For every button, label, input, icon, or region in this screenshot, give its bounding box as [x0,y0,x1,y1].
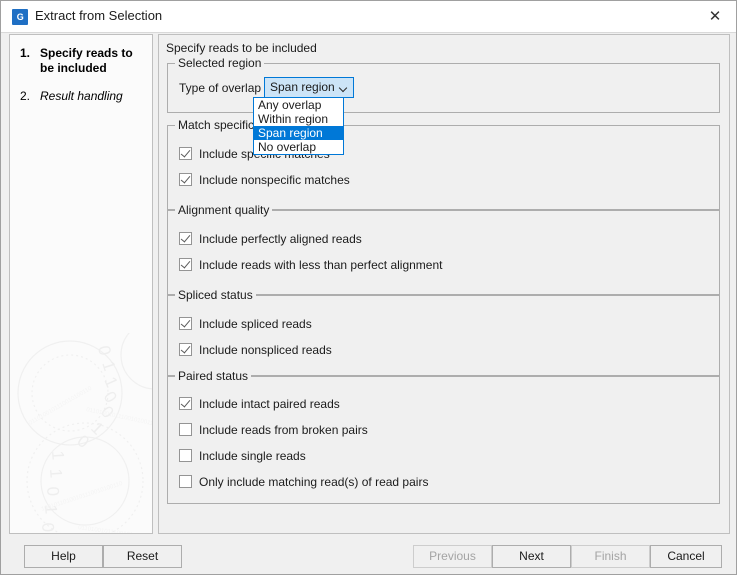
group-spliced-status-title: Spliced status [175,288,256,302]
group-alignment-quality-title: Alignment quality [175,203,273,217]
group-match-specificity: Match specificity Include specific match… [167,118,720,210]
checkbox-label: Include perfectly aligned reads [199,231,362,246]
checkbox-box-icon [179,258,192,271]
window-title: Extract from Selection [35,8,163,23]
title-bar: G Extract from Selection ✕ [1,1,736,33]
svg-text:0: 0 [97,402,118,421]
group-selected-region: Selected region Type of overlap Span reg… [167,56,720,113]
checkbox-include-intact-paired-reads[interactable]: Include intact paired reads [179,395,340,412]
checkbox-label: Include reads with less than perfect ali… [199,257,443,272]
svg-text:01101001011100101001100101: 01101001011100101001100101 [86,407,153,431]
type-of-overlap-select[interactable]: Span region [264,77,354,98]
checkbox-include-single-reads[interactable]: Include single reads [179,447,306,464]
checkbox-include-spliced-reads[interactable]: Include spliced reads [179,315,312,332]
reset-button[interactable]: Reset [103,545,182,568]
checkbox-box-icon [179,397,192,410]
binary-watermark-icon: 0 1 1 0 0 1 0 1 1 0 1 0 1 01101001011100… [17,333,153,534]
svg-text:0: 0 [74,431,93,452]
checkbox-include-perfectly-aligned-reads[interactable]: Include perfectly aligned reads [179,230,362,247]
checkbox-box-icon [179,232,192,245]
dropdown-option-span-region[interactable]: Span region [254,126,343,140]
checkbox-box-icon [179,475,192,488]
dropdown-option-within-region[interactable]: Within region [254,112,343,126]
svg-text:1: 1 [46,468,66,479]
checkbox-box-icon [179,147,192,160]
next-button[interactable]: Next [492,545,571,568]
group-alignment-quality: Alignment quality Include perfectly alig… [167,203,720,295]
checkbox-label: Include nonspliced reads [199,342,332,357]
finish-button: Finish [571,545,650,568]
sidebar-step-1-label: Specify reads to be included [40,46,133,75]
checkbox-label: Include reads from broken pairs [199,422,368,437]
checkbox-box-icon [179,343,192,356]
dialog-button-bar: Help Reset Previous Next Finish Cancel [1,537,736,574]
checkbox-label: Include nonspecific matches [199,172,350,187]
cancel-button[interactable]: Cancel [650,545,722,568]
svg-text:1: 1 [41,504,61,515]
checkbox-include-nonspliced-reads[interactable]: Include nonspliced reads [179,341,332,358]
app-logo-icon: G [12,9,28,25]
previous-button: Previous [413,545,492,568]
svg-text:0: 0 [43,486,63,497]
svg-text:1: 1 [100,374,121,390]
sidebar-step-2[interactable]: 2. Result handling [20,89,148,104]
sidebar-step-2-number: 2. [20,89,31,103]
help-button[interactable]: Help [24,545,103,568]
checkbox-label: Include spliced reads [199,316,312,331]
checkbox-include-reads-less-than-perfect[interactable]: Include reads with less than perfect ali… [179,256,442,273]
checkbox-include-reads-from-broken-pairs[interactable]: Include reads from broken pairs [179,421,368,438]
group-selected-region-title: Selected region [175,56,265,70]
group-spliced-status: Spliced status Include spliced reads Inc… [167,288,720,376]
svg-text:0: 0 [38,522,58,533]
svg-text:011010010111001010011001: 011010010111001010011001 [78,525,153,534]
svg-text:0: 0 [94,344,115,357]
group-paired-status-title: Paired status [175,369,252,383]
checkbox-label: Include single reads [199,448,306,463]
checkbox-box-icon [179,449,192,462]
chevron-down-icon [340,85,347,92]
svg-text:0: 0 [100,388,121,406]
page-title: Specify reads to be included [166,41,317,55]
wizard-steps-panel: 0 1 1 0 0 1 0 1 1 0 1 0 1 01101001011100… [9,34,153,534]
main-content-panel: Specify reads to be included Selected re… [158,34,730,534]
svg-text:1: 1 [98,358,119,373]
sidebar-step-1-number: 1. [20,46,31,60]
checkbox-box-icon [179,317,192,330]
checkbox-box-icon [179,173,192,186]
type-of-overlap-label: Type of overlap [179,81,262,95]
checkbox-include-nonspecific-matches[interactable]: Include nonspecific matches [179,171,350,188]
checkbox-only-include-matching-reads[interactable]: Only include matching read(s) of read pa… [179,473,428,490]
svg-text:0110100101110010100110: 0110100101110010100110 [28,385,94,426]
svg-text:1: 1 [48,450,68,461]
dropdown-option-no-overlap[interactable]: No overlap [254,140,343,154]
checkbox-label: Include intact paired reads [199,396,340,411]
extract-from-selection-dialog: G Extract from Selection ✕ 0 1 1 0 0 1 0… [0,0,737,575]
svg-text:10010110100101110010100110: 10010110100101110010100110 [41,481,124,513]
checkbox-box-icon [179,423,192,436]
group-paired-status: Paired status Include intact paired read… [167,369,720,504]
type-of-overlap-dropdown-list[interactable]: Any overlap Within region Span region No… [253,97,344,155]
checkbox-label: Only include matching read(s) of read pa… [199,474,429,489]
sidebar-step-2-label: Result handling [40,89,123,103]
dropdown-option-any-overlap[interactable]: Any overlap [254,98,343,112]
svg-text:1: 1 [87,418,107,438]
type-of-overlap-value: Span region [270,80,335,94]
close-icon[interactable]: ✕ [692,1,736,32]
sidebar-step-1[interactable]: 1. Specify reads to be included [20,46,148,76]
